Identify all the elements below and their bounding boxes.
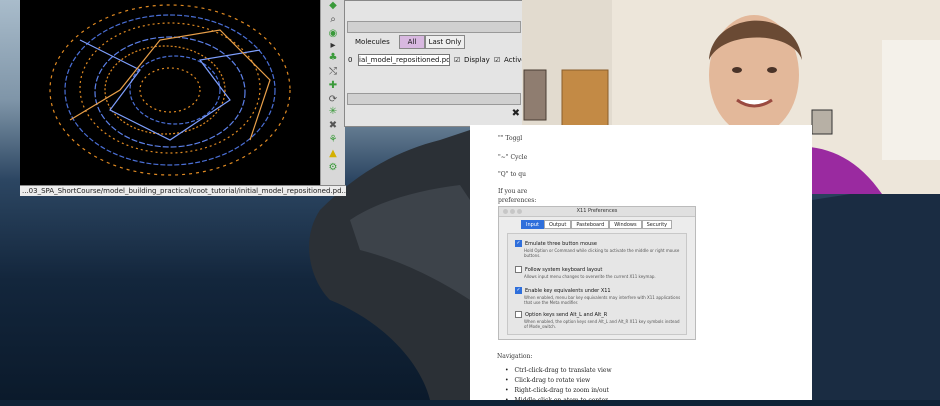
option-description: Hold Option or Command while clicking to… <box>524 248 680 258</box>
list-item: Ctrl-click-drag to translate view <box>505 366 612 376</box>
baton-icon[interactable]: ⚘ <box>326 134 340 145</box>
doc-line-3: "Q" to qu <box>498 171 526 178</box>
window-title: X11 Preferences <box>499 207 695 217</box>
x11-preferences-window: X11 Preferences Input Output Pasteboard … <box>498 206 696 340</box>
option-label: Enable key equivalents under X11 <box>525 288 611 294</box>
doc-line-2: "~" Cycle <box>498 154 528 161</box>
option-follow-keyboard-layout[interactable]: Follow system keyboard layout Allows inp… <box>515 266 684 279</box>
option-label: Follow system keyboard layout <box>525 267 603 273</box>
option-emulate-three-button[interactable]: ✓ Emulate three button mouse Hold Option … <box>515 240 684 258</box>
tab-input[interactable]: Input <box>521 220 544 229</box>
option-enable-key-equivalents[interactable]: ✓ Enable key equivalents under X11 When e… <box>515 287 684 305</box>
molecule-index: 0 <box>348 56 353 64</box>
doc-line-5: preferences: <box>498 197 537 204</box>
option-description: When enabled, the option keys send Alt_L… <box>524 319 680 329</box>
zoom-button-icon[interactable] <box>517 209 522 214</box>
horizontal-scrollbar[interactable] <box>347 21 521 33</box>
delete-icon[interactable]: ✖ <box>326 120 340 131</box>
flip-icon[interactable]: ⤭ <box>326 66 340 77</box>
last-only-button[interactable]: Last Only <box>425 35 465 49</box>
mutate-icon[interactable]: ✚ <box>326 80 340 91</box>
checkbox-checked-icon[interactable]: ✓ <box>515 240 522 247</box>
molecules-label: Molecules <box>355 38 390 46</box>
display-label: Display <box>464 56 490 64</box>
regularize-icon[interactable]: ◉ <box>326 28 340 39</box>
measure-icon[interactable]: ⚙ <box>326 162 340 173</box>
refine-icon[interactable]: ◆ <box>326 0 340 11</box>
checkbox-unchecked-icon[interactable] <box>515 311 522 318</box>
navigation-list: Ctrl-click-drag to translate view Click-… <box>505 366 612 406</box>
list-item: Right-click-drag to zoom in/out <box>505 386 612 396</box>
display-manager-panel: Molecules All Last Only 0 ial_model_repo… <box>344 0 526 127</box>
doc-line-1: "" Toggl <box>498 135 523 142</box>
list-item: Middle-click on atom to center <box>505 396 612 406</box>
horizontal-scrollbar-2[interactable] <box>347 93 521 105</box>
input-options-panel: ✓ Emulate three button mouse Hold Option … <box>507 233 687 335</box>
torsion-icon[interactable]: ⟳ <box>326 94 340 105</box>
arrow-right-icon[interactable]: ▸ <box>326 40 340 51</box>
minimize-button-icon[interactable] <box>510 209 515 214</box>
warning-icon[interactable]: ▲ <box>326 148 340 159</box>
tab-output[interactable]: Output <box>543 220 572 229</box>
display-checkbox[interactable]: ☑ <box>454 54 460 66</box>
prefs-tabs: Input Output Pasteboard Windows Security <box>521 220 673 229</box>
option-description: When enabled, menu bar key equivalents m… <box>524 295 681 305</box>
doc-line-4: If you are <box>498 188 528 195</box>
tab-security[interactable]: Security <box>641 220 673 229</box>
close-button-icon[interactable] <box>503 209 508 214</box>
checkbox-unchecked-icon[interactable] <box>515 266 522 273</box>
tab-pasteboard[interactable]: Pasteboard <box>571 220 610 229</box>
active-checkbox[interactable]: ☑ <box>494 54 500 66</box>
molecule-row: 0 ial_model_repositioned.pdb ☑ Display ☑… <box>348 54 526 66</box>
option-option-keys-alt[interactable]: Option keys send Alt_L and Alt_R When en… <box>515 311 684 329</box>
coot-toolbar: ◆ ⌕ ◉ ▸ ♣ ⤭ ✚ ⟳ ✳ ✖ ⚘ ▲ ⚙ <box>320 0 345 185</box>
close-icon[interactable]: ✖ <box>512 108 520 119</box>
coot-status-path: ...03_SPA_ShortCourse/model_building_pra… <box>20 185 346 196</box>
add-atom-icon[interactable]: ✳ <box>326 106 340 117</box>
zoom-icon[interactable]: ⌕ <box>326 14 340 25</box>
list-item: Click-drag to rotate view <box>505 376 612 386</box>
molecule-filename-field[interactable]: ial_model_repositioned.pdb <box>358 54 450 66</box>
navigation-heading: Navigation: <box>497 353 533 360</box>
coot-molecule-viewport[interactable] <box>20 0 320 185</box>
option-label: Option keys send Alt_L and Alt_R <box>525 312 608 318</box>
tab-windows[interactable]: Windows <box>609 220 642 229</box>
option-description: Allows input menu changes to overwrite t… <box>524 274 656 279</box>
checkbox-checked-icon[interactable]: ✓ <box>515 287 522 294</box>
rotamer-icon[interactable]: ♣ <box>326 52 340 63</box>
option-label: Emulate three button mouse <box>525 241 597 247</box>
molecule-model <box>49 4 291 176</box>
all-button[interactable]: All <box>399 35 425 49</box>
